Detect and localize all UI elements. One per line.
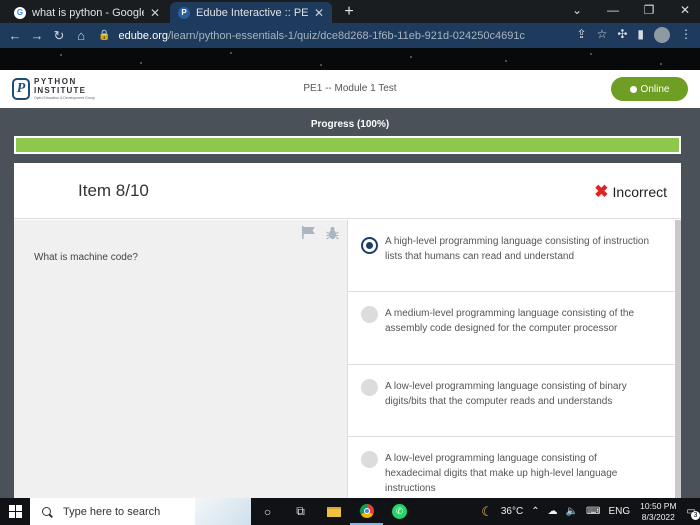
decorative-band: [0, 48, 700, 70]
answer-option-2[interactable]: A medium-level programming language cons…: [348, 292, 675, 365]
progress-label: Progress (100%): [310, 119, 390, 130]
menu-icon[interactable]: ⋮: [680, 27, 692, 43]
windows-taskbar: Type here to search ○ ⧉ ✆ ☾ 36°C ⌃ ☁ 🔈 ⌨…: [0, 498, 700, 525]
url-host: edube.org: [118, 29, 168, 42]
answer-list: A high-level programming language consis…: [347, 220, 681, 498]
result-status: ✖ Incorrect: [594, 183, 667, 200]
tab-title: what is python - Google Search: [32, 6, 144, 19]
online-status-label: Online: [640, 83, 670, 95]
item-title: Item 8/10: [78, 181, 149, 200]
answer-option-1[interactable]: A high-level programming language consis…: [348, 220, 675, 292]
bug-report-icon[interactable]: [326, 226, 339, 240]
answer-text: A low-level programming language consist…: [385, 453, 618, 494]
close-tab-icon[interactable]: ✕: [314, 6, 324, 20]
windows-logo-icon: [8, 505, 22, 518]
temperature-label[interactable]: 36°C: [501, 506, 523, 517]
question-pane: What is machine code?: [14, 220, 347, 498]
browser-tab-edube[interactable]: P Edube Interactive :: PE1 -- Modul ✕: [170, 2, 332, 23]
lock-icon[interactable]: 🔒: [98, 30, 110, 41]
tab-search-icon[interactable]: ⌄: [568, 3, 586, 17]
browser-tab-google[interactable]: G what is python - Google Search ✕: [6, 2, 168, 23]
logo-tagline: Open Education & Development Group: [34, 96, 95, 100]
keyboard-icon[interactable]: ⌨: [586, 506, 600, 517]
forward-icon[interactable]: →: [26, 28, 48, 43]
volume-icon[interactable]: 🔈: [566, 506, 578, 517]
online-dot-icon: [629, 85, 637, 93]
quiz-card-header: Item 8/10 ✖ Incorrect: [14, 163, 681, 219]
answer-radio[interactable]: [361, 379, 378, 396]
answer-option-4[interactable]: A low-level programming language consist…: [348, 437, 675, 498]
search-highlight-art[interactable]: [195, 498, 251, 525]
back-icon[interactable]: ←: [4, 28, 26, 43]
minimize-icon[interactable]: —: [604, 3, 622, 17]
home-icon[interactable]: ⌂: [70, 28, 92, 43]
flag-icon[interactable]: [301, 226, 316, 239]
close-window-icon[interactable]: ✕: [676, 3, 694, 17]
search-icon: [42, 507, 51, 516]
file-explorer-icon[interactable]: [317, 498, 350, 525]
progress-bar: [14, 136, 681, 154]
answer-radio[interactable]: [361, 451, 378, 468]
clock-date: 8/3/2022: [641, 511, 675, 522]
search-placeholder: Type here to search: [63, 505, 161, 518]
taskbar-search[interactable]: Type here to search: [30, 498, 195, 525]
clock[interactable]: 10:50 PM 8/3/2022: [640, 501, 676, 523]
answer-text: A low-level programming language consist…: [385, 381, 627, 407]
new-tab-button[interactable]: +: [340, 3, 358, 21]
system-tray: ☾ 36°C ⌃ ☁ 🔈 ⌨ ENG 10:50 PM 8/3/2022 ▭3: [477, 498, 700, 525]
clock-time: 10:50 PM: [640, 500, 677, 511]
cortana-icon[interactable]: ○: [251, 498, 284, 525]
progress-bar-fill: [16, 138, 679, 152]
windows-start-button[interactable]: [0, 498, 30, 525]
notification-icon[interactable]: ▭3: [687, 506, 700, 520]
sidebar-icon[interactable]: ▮: [637, 27, 644, 43]
tray-chevron-icon[interactable]: ⌃: [531, 506, 539, 517]
quiz-card: Item 8/10 ✖ Incorrect What is machine co…: [14, 163, 681, 498]
online-status-button[interactable]: Online: [611, 77, 688, 101]
network-icon[interactable]: ☁: [548, 506, 558, 517]
answer-text: A high-level programming language consis…: [385, 236, 650, 262]
question-tools: [301, 226, 339, 240]
restore-icon[interactable]: ❐: [640, 3, 658, 17]
url-field[interactable]: 🔒 edube.org/learn/python-essentials-1/qu…: [98, 26, 548, 45]
weather-moon-icon[interactable]: ☾: [481, 504, 493, 520]
reload-icon[interactable]: ↻: [48, 28, 70, 44]
share-icon[interactable]: ⇪: [577, 27, 587, 43]
answer-option-3[interactable]: A low-level programming language consist…: [348, 365, 675, 437]
answer-text: A medium-level programming language cons…: [385, 308, 635, 334]
site-header: P PYTHON INSTITUTE Open Education & Deve…: [0, 70, 700, 108]
task-view-icon[interactable]: ⧉: [284, 498, 317, 525]
incorrect-x-icon: ✖: [594, 182, 609, 201]
question-text: What is machine code?: [34, 252, 138, 263]
profile-avatar[interactable]: [654, 27, 670, 43]
language-indicator[interactable]: ENG: [608, 506, 630, 517]
result-label: Incorrect: [612, 183, 667, 200]
answer-radio-selected[interactable]: [361, 237, 378, 254]
url-path: /learn/python-essentials-1/quiz/dce8d268…: [168, 29, 525, 42]
bookmark-star-icon[interactable]: ☆: [597, 27, 608, 43]
answer-radio[interactable]: [361, 306, 378, 323]
python-institute-icon: P: [178, 6, 190, 19]
page-title: PE1 -- Module 1 Test: [303, 83, 397, 94]
whatsapp-icon[interactable]: ✆: [383, 498, 416, 525]
browser-toolbar: ⇪ ☆ ✣ ▮ ⋮: [577, 27, 692, 43]
chrome-icon[interactable]: [350, 498, 383, 525]
tab-title: Edube Interactive :: PE1 -- Modul: [196, 6, 308, 19]
answers-scrollbar[interactable]: [675, 220, 681, 498]
window-controls: ⌄ — ❐ ✕: [568, 3, 694, 17]
close-tab-icon[interactable]: ✕: [150, 6, 160, 20]
extensions-icon[interactable]: ✣: [617, 27, 627, 43]
address-bar-row: ← → ↻ ⌂ 🔒 edube.org/learn/python-essenti…: [0, 23, 700, 48]
notification-count: 3: [691, 511, 700, 520]
browser-tab-strip: G what is python - Google Search ✕ P Edu…: [0, 0, 700, 23]
google-icon: G: [14, 6, 26, 19]
